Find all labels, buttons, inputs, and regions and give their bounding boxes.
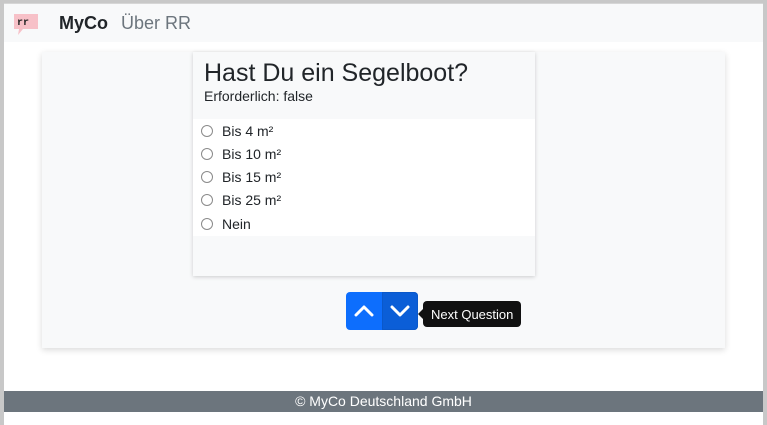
chevron-up-icon <box>354 305 374 317</box>
tooltip-text: Next Question <box>431 306 514 322</box>
radio-button[interactable] <box>201 171 213 183</box>
brand-name[interactable]: MyCo <box>59 13 108 34</box>
navbar: rr MyCo Über RR <box>4 4 763 42</box>
option-bis-4[interactable]: Bis 4 m² <box>201 121 273 141</box>
option-label: Bis 4 m² <box>222 123 274 139</box>
question-card: Hast Du ein Segelboot? Erforderlich: fal… <box>193 52 535 276</box>
question-header: Hast Du ein Segelboot? Erforderlich: fal… <box>193 52 535 119</box>
option-nein[interactable]: Nein <box>201 214 251 234</box>
next-question-button[interactable] <box>382 292 418 330</box>
nav-link-about[interactable]: Über RR <box>121 13 191 34</box>
previous-question-button[interactable] <box>346 292 382 330</box>
footer: © MyCo Deutschland GmbH <box>4 391 763 412</box>
page: rr MyCo Über RR Hast Du ein Segelboot? E… <box>4 3 763 425</box>
chevron-down-icon <box>390 305 410 317</box>
question-footer <box>193 236 535 276</box>
radio-button[interactable] <box>201 194 213 206</box>
question-title: Hast Du ein Segelboot? <box>204 59 469 87</box>
footer-text: © MyCo Deutschland GmbH <box>295 393 472 409</box>
logo-text: rr <box>17 18 29 29</box>
option-label: Bis 10 m² <box>222 146 282 162</box>
option-label: Nein <box>222 216 251 232</box>
next-question-tooltip: Next Question <box>418 301 522 327</box>
radio-button[interactable] <box>201 218 213 230</box>
radio-button[interactable] <box>201 125 213 137</box>
option-bis-15[interactable]: Bis 15 m² <box>201 167 281 187</box>
speech-bubble-logo-icon: rr <box>14 14 38 35</box>
option-bis-10[interactable]: Bis 10 m² <box>201 144 281 164</box>
option-bis-25[interactable]: Bis 25 m² <box>201 190 281 210</box>
survey-container: Hast Du ein Segelboot? Erforderlich: fal… <box>42 52 725 348</box>
radio-button[interactable] <box>201 148 213 160</box>
required-label: Erforderlich: false <box>204 88 313 104</box>
option-label: Bis 25 m² <box>222 192 282 208</box>
option-label: Bis 15 m² <box>222 169 282 185</box>
logo[interactable]: rr <box>12 12 40 38</box>
tooltip-arrow <box>418 309 423 319</box>
